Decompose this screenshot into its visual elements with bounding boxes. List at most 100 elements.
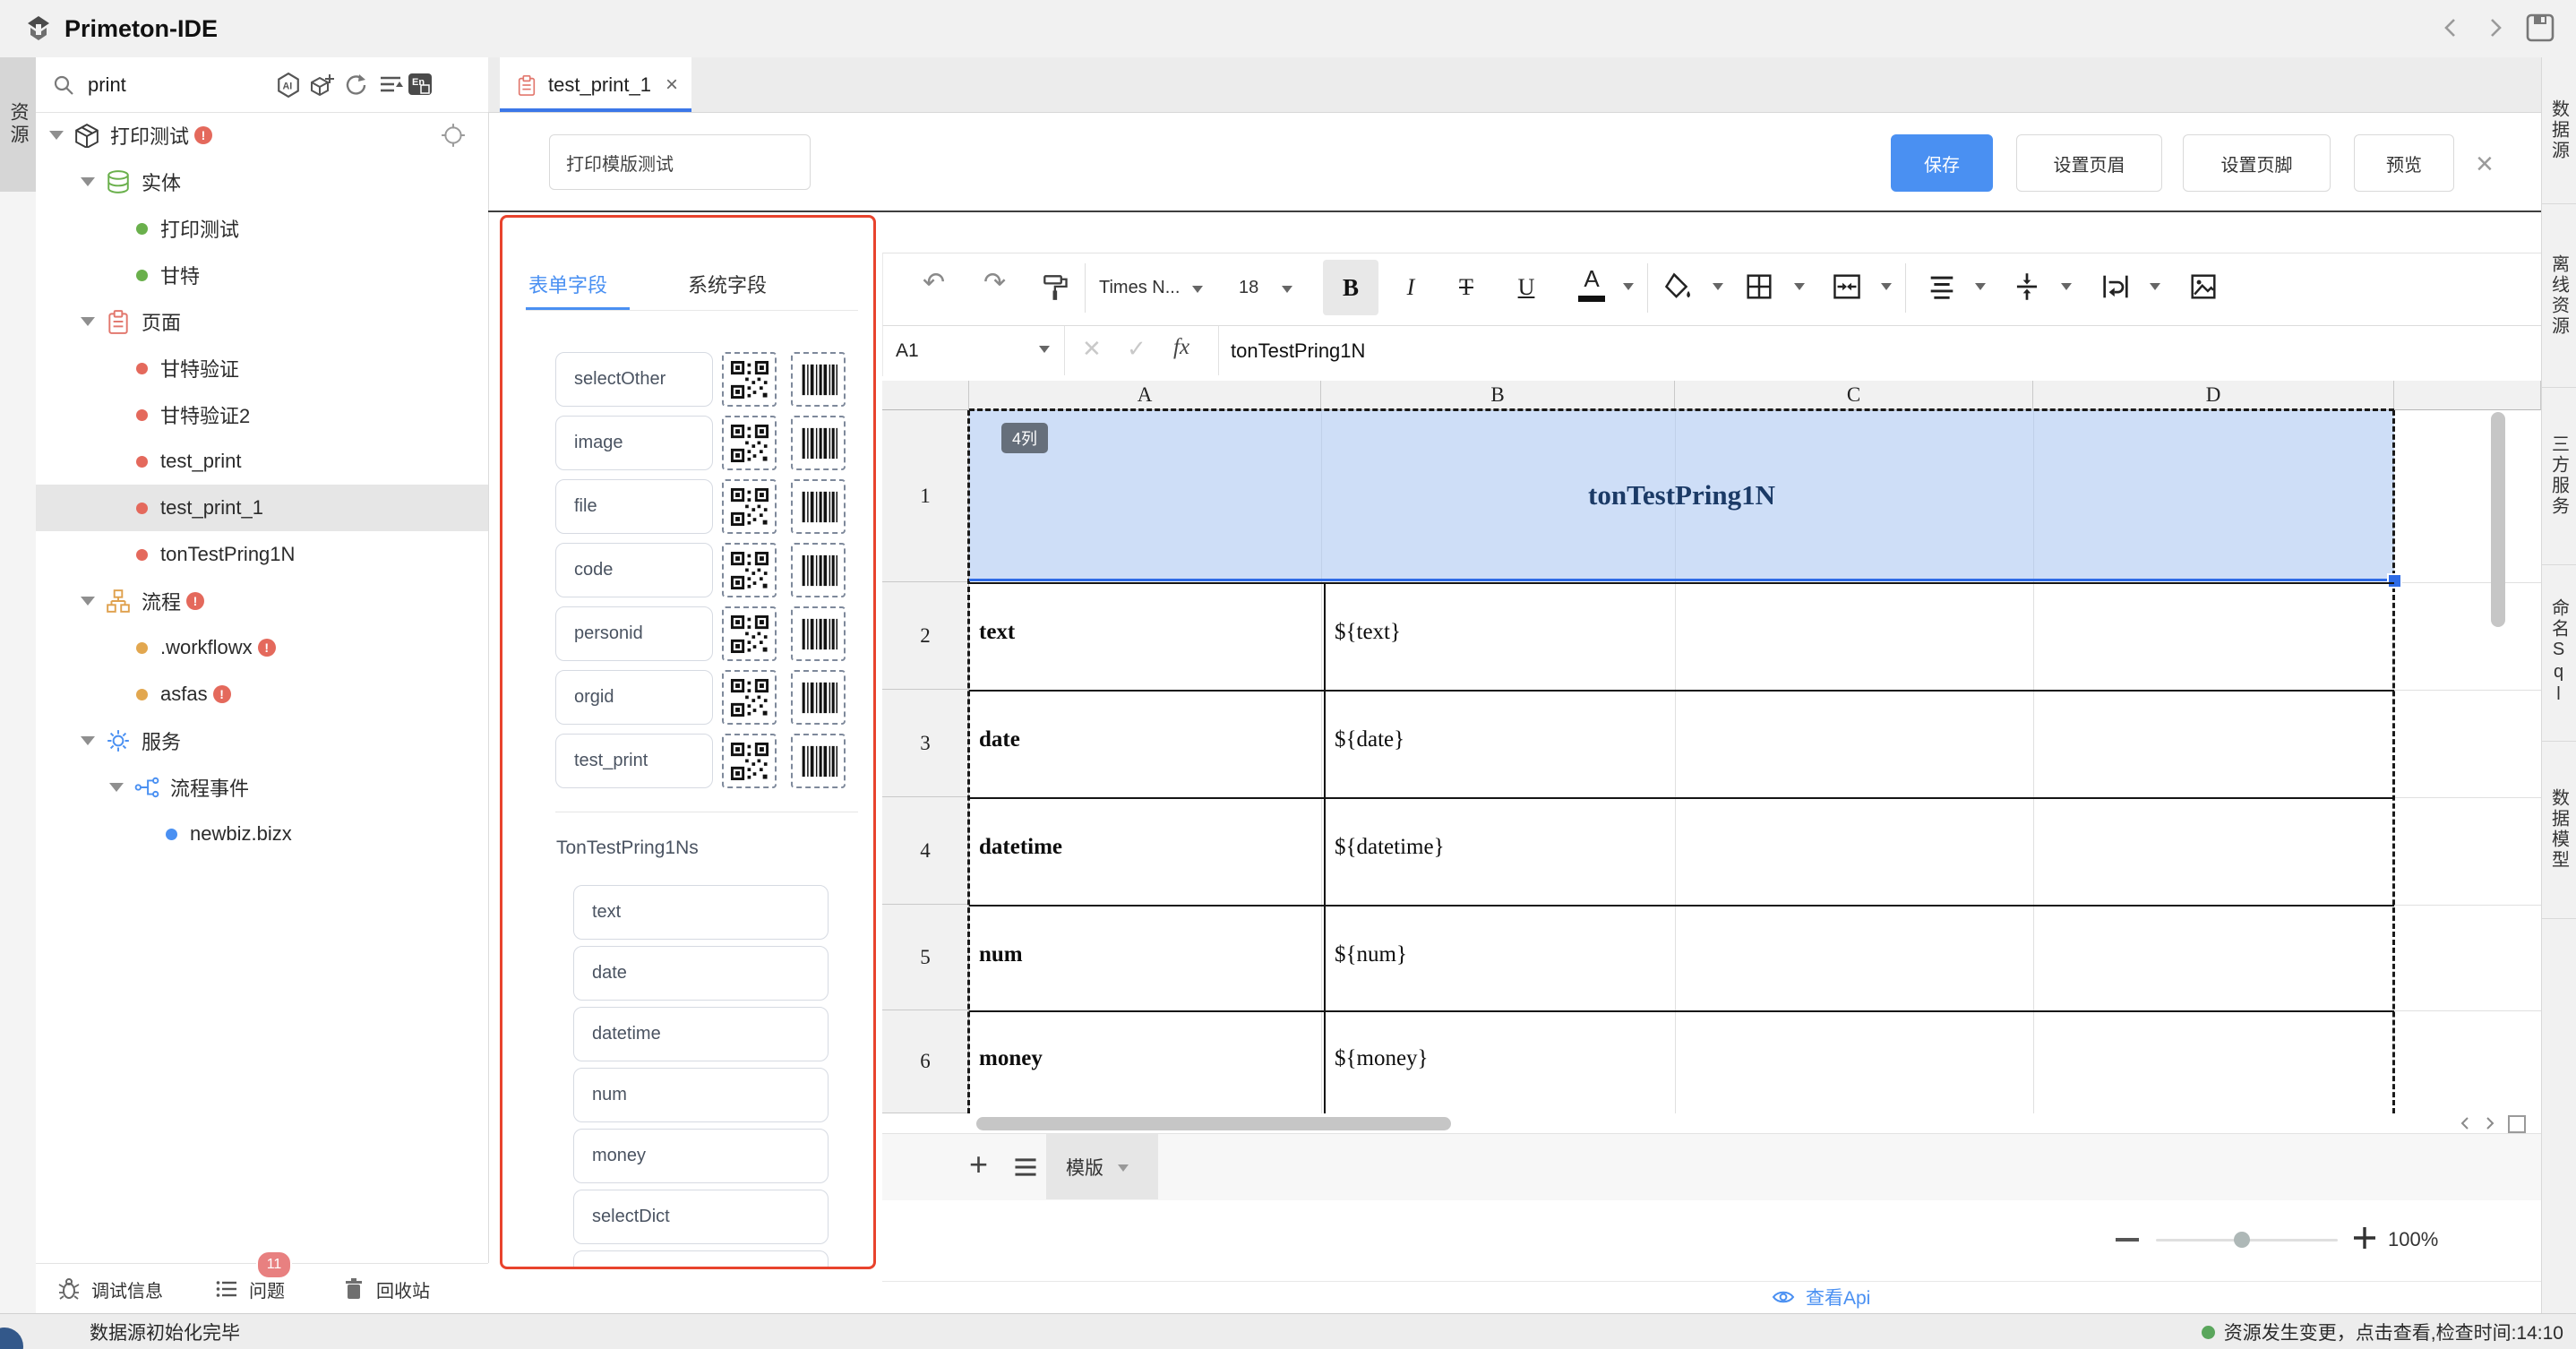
field-chip-partial[interactable] [573, 1250, 829, 1269]
undo-icon[interactable]: ↶ [923, 267, 945, 298]
left-rail-tab-resources[interactable]: 资源 [0, 57, 36, 192]
ai-assistant-icon[interactable]: AI [276, 73, 301, 102]
right-rail-tab-offline-resources[interactable]: 离线资源 [2542, 203, 2576, 388]
cell-a6[interactable]: money [979, 1046, 1043, 1071]
tree-folder-pages[interactable]: 页面 [36, 298, 488, 345]
zoom-in-icon[interactable] [2348, 1222, 2381, 1259]
vertical-scrollbar[interactable] [2491, 412, 2505, 627]
chevron-down-icon[interactable] [1039, 346, 1050, 358]
cell-b3[interactable]: ${date} [1335, 727, 1404, 752]
tab-close-icon[interactable]: × [665, 73, 678, 98]
italic-icon[interactable]: I [1390, 260, 1431, 315]
format-painter-icon[interactable] [1043, 274, 1069, 305]
field-chip-code[interactable]: code [555, 543, 713, 597]
horizontal-align-icon[interactable] [1928, 272, 1956, 305]
field-chip-test-print[interactable]: test_print [555, 734, 713, 788]
field-chip-date[interactable]: date [573, 946, 829, 1001]
barcode-icon[interactable] [791, 543, 846, 597]
sheet-tab-template[interactable]: 模版 [1046, 1134, 1158, 1199]
strikethrough-icon[interactable]: T [1446, 260, 1487, 315]
tree-item-newbiz-bizx[interactable]: newbiz.bizx [36, 811, 488, 857]
status-message-right[interactable]: 资源发生变更，点击查看,检查时间:14:10 [2224, 1319, 2563, 1345]
tab-system-fields[interactable]: 系统字段 [688, 270, 767, 298]
row-header-3[interactable]: 3 [882, 690, 969, 797]
cell-a5[interactable]: num [979, 942, 1023, 967]
barcode-icon[interactable] [791, 670, 846, 725]
field-chip-datetime[interactable]: datetime [573, 1007, 829, 1061]
cell-b2[interactable]: ${text} [1335, 620, 1401, 645]
field-chip-orgid[interactable]: orgid [555, 670, 713, 725]
chevron-down-icon[interactable] [1623, 283, 1634, 296]
cell-a3[interactable]: date [979, 727, 1020, 752]
tree-item-page-test-print-1-selected[interactable]: test_print_1 [36, 485, 488, 531]
field-chip-image[interactable]: image [555, 416, 713, 470]
barcode-icon[interactable] [791, 606, 846, 661]
formula-cancel-icon[interactable]: ✕ [1082, 335, 1102, 363]
debug-info-button[interactable]: 调试信息 [91, 1276, 163, 1302]
cell-a2[interactable]: text [979, 620, 1015, 645]
field-chip-selectother[interactable]: selectOther [555, 352, 713, 407]
qrcode-icon[interactable] [722, 606, 777, 661]
field-chip-money[interactable]: money [573, 1129, 829, 1183]
row-header-4[interactable]: 4 [882, 797, 969, 905]
sheet-list-icon[interactable] [1012, 1154, 1039, 1185]
tree-folder-entities[interactable]: 实体 [36, 159, 488, 205]
nav-forward-icon[interactable] [2481, 14, 2508, 46]
translate-icon[interactable]: En [407, 71, 434, 102]
template-name-input[interactable] [549, 134, 811, 190]
qrcode-icon[interactable] [722, 416, 777, 470]
formula-confirm-icon[interactable]: ✓ [1127, 335, 1146, 363]
text-wrap-icon[interactable] [2101, 272, 2130, 305]
cell-a4[interactable]: datetime [979, 835, 1062, 860]
right-rail-tab-data-model[interactable]: 数据模型 [2542, 741, 2576, 919]
fill-color-icon[interactable] [1664, 272, 1693, 305]
barcode-icon[interactable] [791, 416, 846, 470]
font-size-select[interactable]: 18 [1239, 263, 1292, 313]
chevron-down-icon[interactable] [2061, 283, 2072, 296]
tree-folder-workflow[interactable]: 流程 ! [36, 578, 488, 624]
column-header-b[interactable]: B [1321, 381, 1675, 410]
qrcode-icon[interactable] [722, 352, 777, 407]
field-chip-personid[interactable]: personid [555, 606, 713, 661]
right-rail-tab-datasource[interactable]: 数据源 [2542, 57, 2576, 204]
selection-fill-handle[interactable] [2387, 573, 2402, 589]
tab-form-fields[interactable]: 表单字段 [528, 270, 607, 298]
grid-corner-cell[interactable] [882, 381, 969, 410]
qrcode-icon[interactable] [722, 670, 777, 725]
grid-corner-widget[interactable] [2508, 1115, 2526, 1133]
qrcode-icon[interactable] [722, 543, 777, 597]
cell-b5[interactable]: ${num} [1335, 942, 1407, 967]
barcode-icon[interactable] [791, 352, 846, 407]
borders-icon[interactable] [1745, 272, 1773, 305]
tree-item-page-tontestpring1n[interactable]: tonTestPring1N [36, 531, 488, 578]
field-chip-text[interactable]: text [573, 885, 829, 940]
expand-arrow-icon[interactable] [81, 597, 95, 606]
right-rail-tab-third-party-services[interactable]: 三方服务 [2542, 387, 2576, 565]
field-chip-selectdict[interactable]: selectDict [573, 1190, 829, 1244]
barcode-icon[interactable] [791, 734, 846, 788]
tree-item-entity-print-test[interactable]: 打印测试 [36, 205, 488, 252]
tree-item-asfas[interactable]: asfas ! [36, 671, 488, 717]
tab-test-print-1[interactable]: test_print_1 × [500, 57, 691, 112]
view-api-link[interactable]: 查看Api [1772, 1283, 1870, 1311]
chevron-down-icon[interactable] [1713, 283, 1723, 296]
vertical-align-icon[interactable] [2013, 272, 2041, 305]
save-button[interactable]: 保存 [1891, 134, 1993, 192]
cell-reference-box[interactable]: A1 [896, 326, 919, 375]
recycle-bin-button[interactable]: 回收站 [376, 1276, 430, 1302]
merge-cells-icon[interactable] [1833, 272, 1861, 305]
cell-b6[interactable]: ${money} [1335, 1046, 1429, 1071]
nav-back-icon[interactable] [2438, 14, 2465, 46]
right-rail-tab-named-sql[interactable]: 命名Sql [2542, 564, 2576, 742]
underline-icon[interactable]: U [1506, 260, 1547, 315]
problems-button[interactable]: 问题 [249, 1276, 285, 1302]
tree-item-page-gantt-verify2[interactable]: 甘特验证2 [36, 391, 488, 438]
field-chip-num[interactable]: num [573, 1068, 829, 1122]
barcode-icon[interactable] [791, 479, 846, 534]
column-header-c[interactable]: C [1675, 381, 2033, 410]
font-color-icon[interactable]: A [1576, 263, 1607, 302]
field-chip-file[interactable]: file [555, 479, 713, 534]
column-header-blank[interactable] [2394, 381, 2541, 410]
expand-arrow-icon[interactable] [49, 131, 64, 140]
formula-input[interactable]: tonTestPring1N [1231, 326, 1365, 375]
